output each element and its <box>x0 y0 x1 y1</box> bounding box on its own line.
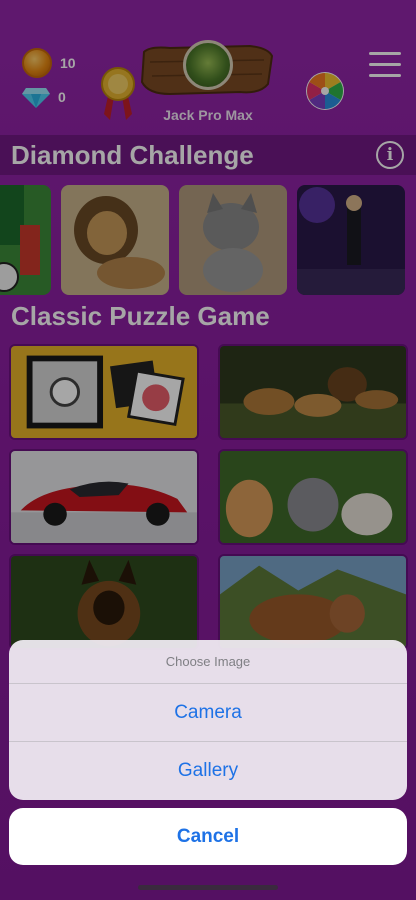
home-indicator <box>138 885 278 890</box>
gallery-button[interactable]: Gallery <box>9 742 407 800</box>
app-screen: 10 0 Jack Pro Max Diamond Challenge i Cl… <box>0 0 416 900</box>
sheet-title: Choose Image <box>9 640 407 684</box>
cancel-button[interactable]: Cancel <box>9 808 407 865</box>
choose-image-sheet: Choose Image Camera Gallery <box>9 640 407 800</box>
camera-button[interactable]: Camera <box>9 684 407 742</box>
